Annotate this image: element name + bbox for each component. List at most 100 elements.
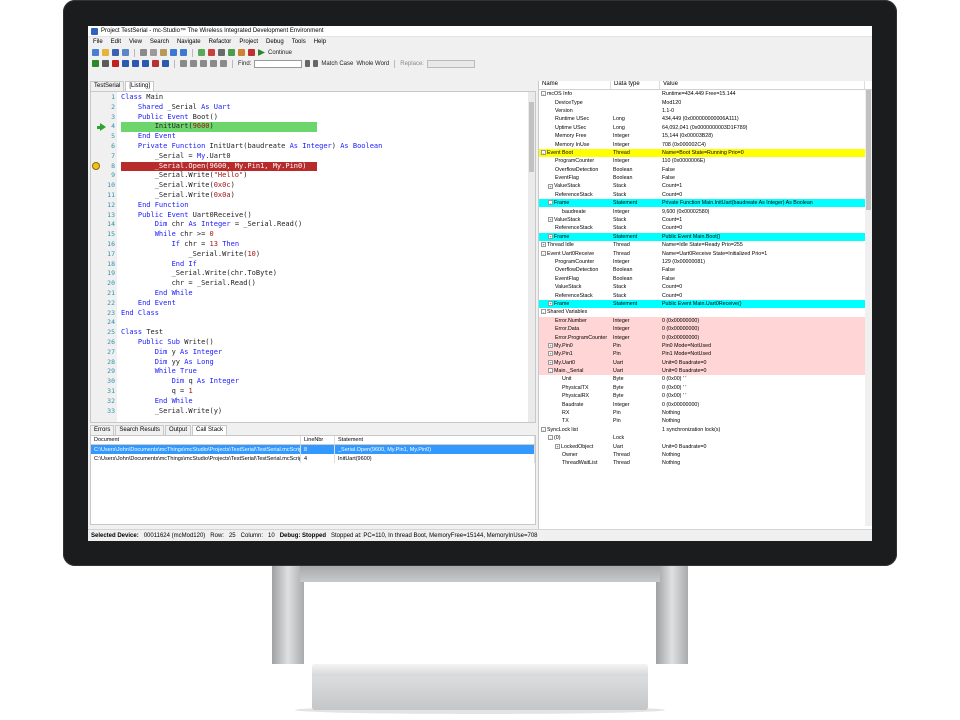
watch-row[interactable]: Baudrate Integer 0 (0x00000000) xyxy=(539,400,872,408)
collapse-icon[interactable]: - xyxy=(541,309,546,315)
find-next-icon[interactable] xyxy=(305,60,311,67)
watch-row[interactable]: - mcOS Info Runtime=434.449 Free=15.144 xyxy=(539,90,872,98)
code-line[interactable]: Class Test xyxy=(121,328,163,338)
code-line[interactable]: Public Event Boot() xyxy=(121,113,218,123)
column-document[interactable]: Document xyxy=(91,436,301,444)
code-line[interactable]: _Serial.Write(chr.ToByte) xyxy=(121,269,277,279)
watch-row[interactable]: OverflowDetection Boolean False xyxy=(539,166,872,174)
debug-icon[interactable] xyxy=(238,49,245,56)
bookmark-icon[interactable] xyxy=(220,60,227,67)
code-line[interactable]: Dim q As Integer xyxy=(121,377,239,387)
column-statement[interactable]: Statement xyxy=(335,436,535,444)
code-line[interactable]: _Serial.Write(0x0a) xyxy=(121,191,235,201)
code-line[interactable]: Private Function InitUart(baudreate As I… xyxy=(121,142,383,152)
watch-scrollbar[interactable] xyxy=(865,90,872,526)
collapse-icon[interactable]: - xyxy=(541,91,546,97)
expand-icon[interactable]: + xyxy=(541,242,546,248)
collapse-icon[interactable]: - xyxy=(541,150,546,156)
watch-row[interactable]: ProgramCounter Integer 129 (0x00000081) xyxy=(539,258,872,266)
code-line[interactable]: End Function xyxy=(121,201,189,211)
watch-row[interactable]: Version 1.1-0 xyxy=(539,107,872,115)
watch-row[interactable]: DeviceType Mod120 xyxy=(539,98,872,106)
watch-row[interactable]: ProgramCounter Integer 110 (0x0000006E) xyxy=(539,157,872,165)
watch-row[interactable]: ValueStack Stack Count=0 xyxy=(539,283,872,291)
comment-icon[interactable] xyxy=(200,60,207,67)
find-input[interactable] xyxy=(254,59,303,68)
watch-row[interactable]: EventFlag Boolean False xyxy=(539,174,872,182)
watch-row[interactable]: - (0) Lock xyxy=(539,434,872,442)
tab-output[interactable]: Output xyxy=(165,425,192,435)
watch-column-name[interactable]: Name xyxy=(539,81,611,89)
code-line[interactable]: Public Sub Write() xyxy=(121,338,214,348)
uncomment-icon[interactable] xyxy=(210,60,217,67)
editor-scrollbar-thumb[interactable] xyxy=(529,102,534,172)
collapse-icon[interactable]: - xyxy=(548,435,553,441)
code-line[interactable]: _Serial = My.Uart0 xyxy=(121,152,231,162)
watch-row[interactable]: Error.ProgramCounter Integer 0 (0x00000000… xyxy=(539,333,872,342)
code-line[interactable]: End If xyxy=(121,260,197,270)
collapse-icon[interactable]: - xyxy=(541,250,546,256)
code-line[interactable]: Dim chr As Integer = _Serial.Read() xyxy=(121,220,303,230)
pause-icon[interactable] xyxy=(102,60,109,67)
expand-icon[interactable]: + xyxy=(548,183,553,189)
watch-row[interactable]: EventFlag Boolean False xyxy=(539,275,872,283)
watch-row[interactable]: + Thread Idle Thread Name=Idle State=Ready … xyxy=(539,241,872,249)
collapse-icon[interactable]: - xyxy=(548,200,553,206)
menu-item-project[interactable]: Project xyxy=(239,39,258,45)
menu-item-tools[interactable]: Tools xyxy=(292,39,306,45)
watch-row[interactable]: Runtime USec Long 434,449 (0x000000000006A… xyxy=(539,115,872,123)
watch-row[interactable]: + Frame Statement Public Event Main.Uart0Re… xyxy=(539,299,872,309)
watch-row[interactable]: + My.Pin0 Pin Pin0 Mode=NotUsed xyxy=(539,341,872,351)
code-line[interactable]: While True xyxy=(121,367,197,377)
expand-icon[interactable]: + xyxy=(548,359,553,365)
replace-input[interactable] xyxy=(426,59,475,68)
code-line[interactable]: Dim y As Integer xyxy=(121,348,222,358)
menu-item-debug[interactable]: Debug xyxy=(266,39,284,45)
save-all-icon[interactable] xyxy=(122,49,129,56)
open-folder-icon[interactable] xyxy=(102,49,109,56)
expand-icon[interactable]: + xyxy=(555,443,560,449)
call-stack-row[interactable]: C:\Users\John\Documents\mcThings\mcStudi… xyxy=(91,454,535,463)
menu-item-navigate[interactable]: Navigate xyxy=(177,39,201,45)
watch-row[interactable]: ReferenceStack Stack Count=0 xyxy=(539,191,872,199)
watch-row[interactable]: baudreate Integer 9,600 (0x00002580) xyxy=(539,207,872,215)
watch-row[interactable]: - Frame Statement Private Function Main.Ini… xyxy=(539,199,872,208)
run-icon[interactable] xyxy=(92,60,99,67)
watch-row[interactable]: - Event Boot Thread Name=Boot State=Running… xyxy=(539,148,872,158)
watch-row[interactable]: + LockedObject Uart Unit=0 Buadrate=0 xyxy=(539,442,872,450)
watch-row[interactable]: + ValueStack Stack Count=1 xyxy=(539,216,872,224)
menu-item-help[interactable]: Help xyxy=(314,39,326,45)
code-line[interactable]: End Class xyxy=(121,309,159,319)
whole-word-button[interactable]: Whole Word xyxy=(356,61,389,67)
match-case-button[interactable]: Match Case xyxy=(321,61,353,67)
code-line[interactable]: Public Event Uart0Receive() xyxy=(121,211,252,221)
watch-row[interactable]: Error.Data Integer 0 (0x00000000) xyxy=(539,324,872,334)
code-line[interactable]: End While xyxy=(121,397,193,407)
build-icon[interactable] xyxy=(198,49,205,56)
code-line[interactable]: While chr >= 0 xyxy=(121,230,214,240)
undo-icon[interactable] xyxy=(170,49,177,56)
watch-row[interactable]: - Shared Variables xyxy=(539,308,872,316)
watch-row[interactable]: ReferenceStack Stack Count=0 xyxy=(539,224,872,232)
run-to-cursor-icon[interactable] xyxy=(162,60,169,67)
watch-row[interactable]: OverflowDetection Boolean False xyxy=(539,266,872,274)
code-line[interactable]: If chr = 13 Then xyxy=(121,240,239,250)
menu-item-view[interactable]: View xyxy=(129,39,142,45)
stop-build-icon[interactable] xyxy=(208,49,215,56)
save-icon[interactable] xyxy=(112,49,119,56)
copy-icon[interactable] xyxy=(150,49,157,56)
collapse-icon[interactable]: - xyxy=(548,368,553,374)
watch-row[interactable]: Unit Byte 0 (0x00) ' ' xyxy=(539,375,872,383)
code-line[interactable]: _Serial.Write(10) xyxy=(121,250,260,260)
code-line[interactable]: q = 1 xyxy=(121,387,193,397)
collapse-icon[interactable]: - xyxy=(541,426,546,432)
step-into-icon[interactable] xyxy=(122,60,129,67)
step-out-icon[interactable] xyxy=(142,60,149,67)
download-icon[interactable] xyxy=(228,49,235,56)
code-line[interactable]: End While xyxy=(121,289,193,299)
continue-button[interactable]: Continue xyxy=(268,50,292,56)
watch-row[interactable]: Memory InUse Integer 708 (0x000002C4) xyxy=(539,140,872,148)
device-icon[interactable] xyxy=(218,49,225,56)
code-line[interactable]: _Serial.Write(y) xyxy=(121,407,222,417)
code-editor[interactable]: 1 Class Main 2 Shared _Serial As Uart 3 Pub… xyxy=(90,91,536,423)
